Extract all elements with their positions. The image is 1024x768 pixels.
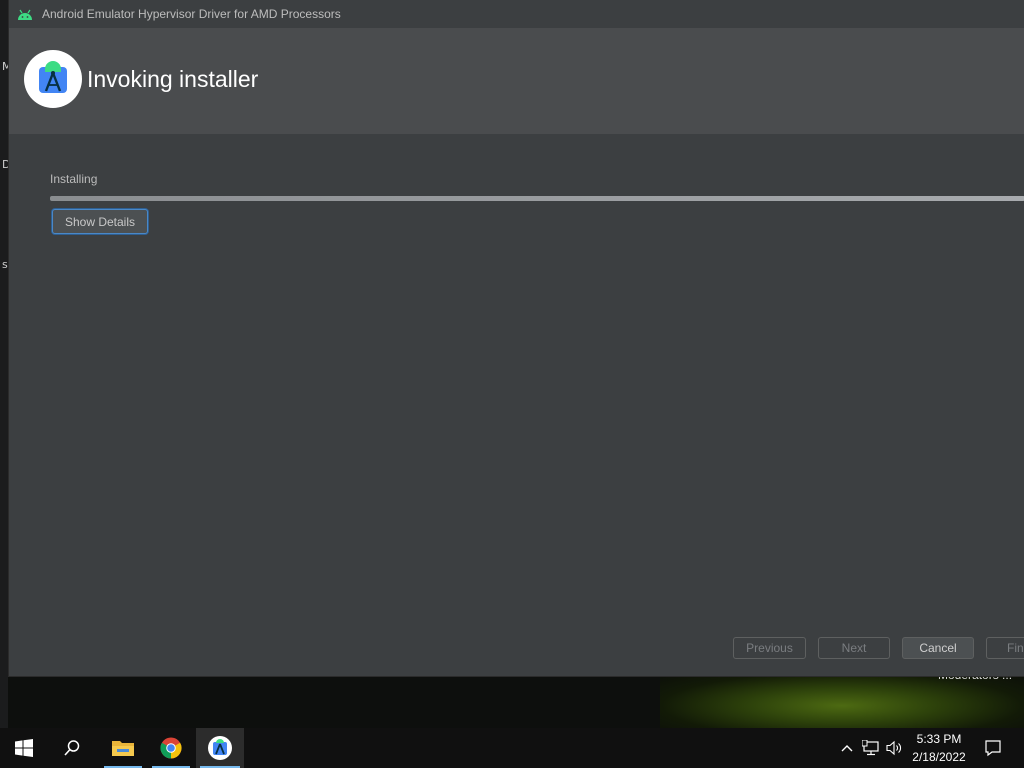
chevron-up-icon — [841, 745, 853, 752]
clock-date: 2/18/2022 — [912, 750, 966, 764]
taskbar: 5:33 PM 2/18/2022 — [0, 728, 1024, 768]
speaker-icon — [886, 740, 901, 756]
cancel-button[interactable]: Cancel — [902, 637, 974, 659]
start-button[interactable] — [0, 728, 48, 768]
search-icon — [64, 740, 80, 756]
chrome-icon — [160, 737, 182, 759]
action-center-button[interactable] — [980, 728, 1006, 768]
start-icon — [15, 739, 33, 757]
page-title: Invoking installer — [87, 66, 259, 92]
previous-button[interactable]: Previous — [733, 637, 806, 659]
status-label: Installing — [50, 172, 98, 186]
installer-header: Invoking installer — [9, 28, 1024, 134]
desktop-edge: M D s — [0, 0, 12, 728]
android-studio-logo — [24, 50, 82, 108]
taskbar-file-explorer[interactable] — [100, 728, 146, 768]
finish-button[interactable]: Finish — [986, 637, 1024, 659]
notification-icon — [985, 740, 1001, 757]
taskbar-chrome[interactable] — [148, 728, 194, 768]
android-studio-icon — [39, 61, 67, 93]
android-studio-icon — [208, 736, 232, 760]
search-button[interactable] — [48, 728, 96, 768]
desktop-letter: s — [2, 258, 8, 271]
progress-bar-fill — [50, 196, 1024, 201]
progress-bar — [50, 196, 1024, 201]
network-icon — [862, 740, 879, 756]
android-icon — [18, 9, 32, 20]
installer-window: Android Emulator Hypervisor Driver for A… — [8, 0, 1024, 677]
window-titlebar[interactable]: Android Emulator Hypervisor Driver for A… — [9, 0, 1024, 28]
taskbar-clock[interactable]: 5:33 PM 2/18/2022 — [906, 730, 972, 766]
file-explorer-icon — [112, 741, 134, 756]
window-title: Android Emulator Hypervisor Driver for A… — [42, 7, 341, 21]
taskbar-android-studio[interactable] — [196, 728, 244, 768]
network-button[interactable] — [860, 728, 882, 768]
volume-button[interactable] — [884, 728, 906, 768]
show-details-button[interactable]: Show Details — [52, 209, 148, 234]
show-hidden-icons-button[interactable] — [838, 728, 856, 768]
clock-time: 5:33 PM — [916, 732, 962, 746]
next-button[interactable]: Next — [818, 637, 890, 659]
